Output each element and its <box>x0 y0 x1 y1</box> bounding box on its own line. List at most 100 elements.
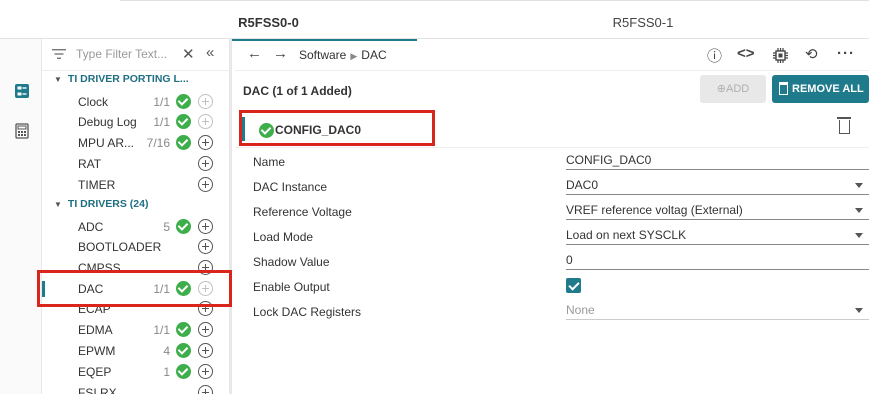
item-label: RAT <box>78 157 102 171</box>
remove-all-button[interactable]: REMOVE ALL <box>772 75 869 103</box>
add-circle-icon <box>198 94 213 109</box>
lock-dac-registers-select[interactable]: None <box>566 303 869 320</box>
module-sidebar: Type Filter Text... ✕ « ▼ TI DRIVER PORTI… <box>42 39 232 394</box>
check-circle-icon <box>176 364 191 379</box>
prop-label-lock-dac-registers: Lock DAC Registers <box>253 305 362 319</box>
item-label: BOOTLOADER <box>78 240 162 254</box>
prop-label-enable-output: Enable Output <box>253 280 330 294</box>
highlight-instance <box>239 110 435 146</box>
item-label: Debug Log <box>78 115 137 129</box>
breadcrumb-bar: ← → Software ▶ DAC ⓘ <> ⟲ ··· <box>235 39 869 71</box>
prop-label-dac-instance: DAC Instance <box>253 180 328 194</box>
history-icon[interactable]: ⟲ <box>805 45 818 63</box>
item-label: FSI RX <box>78 386 117 394</box>
sidebar-item-clock[interactable]: Clock 1/1 <box>42 92 229 112</box>
collapse-sidebar-icon[interactable]: « <box>206 44 214 61</box>
item-label: EQEP <box>78 365 112 379</box>
add-circle-icon[interactable] <box>198 322 213 337</box>
sidebar-item-adc[interactable]: ADC 5 <box>42 217 229 237</box>
check-circle-icon <box>176 114 191 129</box>
add-circle-icon[interactable] <box>198 385 213 394</box>
check-circle-icon <box>176 343 191 358</box>
core-tabs: R5FSS0-0 R5FSS0-1 <box>120 0 869 41</box>
item-count: 5 <box>163 220 170 234</box>
configuration-icon[interactable] <box>14 83 30 99</box>
item-label: Clock <box>78 95 109 109</box>
add-button[interactable]: ⊕ADD <box>700 75 766 103</box>
info-icon[interactable]: ⓘ <box>707 45 722 66</box>
panel-title: DAC (1 of 1 Added) <box>243 84 352 98</box>
add-circle-icon[interactable] <box>198 364 213 379</box>
item-label: EPWM <box>78 344 116 358</box>
item-label: MPU AR... <box>78 136 135 150</box>
dropdown-arrow-icon <box>855 183 863 188</box>
check-circle-icon <box>176 219 191 234</box>
check-circle-icon <box>176 94 191 109</box>
dropdown-arrow-icon <box>855 208 863 213</box>
caret-down-icon: ▼ <box>54 75 62 84</box>
back-arrow-icon[interactable]: ← <box>247 45 262 62</box>
group-ti-driver-porting[interactable]: ▼ TI DRIVER PORTING L... <box>54 73 189 85</box>
sidebar-item-debug-log[interactable]: Debug Log 1/1 <box>42 112 229 132</box>
check-circle-icon <box>176 135 191 150</box>
name-value: CONFIG_DAC0 <box>566 153 652 167</box>
item-label: EDMA <box>78 323 113 337</box>
sidebar-item-rat[interactable]: RAT <box>42 154 229 174</box>
prop-label-name: Name <box>253 155 286 169</box>
breadcrumb-software[interactable]: Software <box>299 48 346 62</box>
main-panel: ← → Software ▶ DAC ⓘ <> ⟲ ··· DAC (1 of 1 … <box>235 39 869 394</box>
delete-icon[interactable] <box>837 117 851 134</box>
add-circle-icon[interactable] <box>198 219 213 234</box>
load-mode-select[interactable]: Load on next SYSCLK <box>566 228 869 245</box>
dropdown-arrow-icon <box>855 308 863 313</box>
sidebar-item-edma[interactable]: EDMA 1/1 <box>42 320 229 340</box>
sidebar-item-mpu[interactable]: MPU AR... 7/16 <box>42 133 229 153</box>
item-count: 1 <box>163 365 170 379</box>
name-field[interactable]: CONFIG_DAC0 <box>566 153 869 170</box>
dac-instance-select[interactable]: DAC0 <box>566 178 869 195</box>
add-circle-icon[interactable] <box>198 135 213 150</box>
reference-voltage-value: VREF reference voltag (External) <box>566 203 743 217</box>
clear-filter-icon[interactable]: ✕ <box>182 45 195 63</box>
chip-icon[interactable] <box>773 48 788 63</box>
enable-output-checkbox[interactable] <box>566 278 581 293</box>
item-label: ADC <box>78 220 104 234</box>
sidebar-item-fsi-rx[interactable]: FSI RX <box>42 383 229 394</box>
filter-input[interactable]: Type Filter Text... <box>76 47 167 61</box>
sidebar-item-eqep[interactable]: EQEP 1 <box>42 362 229 382</box>
prop-label-shadow-value: Shadow Value <box>253 255 330 269</box>
shadow-value-field[interactable]: 0 <box>566 253 869 270</box>
item-count: 1/1 <box>153 323 170 337</box>
breadcrumb: Software ▶ DAC <box>299 48 387 62</box>
tab-r5fss0-1[interactable]: R5FSS0-1 <box>417 1 869 41</box>
trash-icon <box>779 82 788 95</box>
sidebar-item-timer[interactable]: TIMER <box>42 175 229 195</box>
tab-r5fss0-0[interactable]: R5FSS0-0 <box>120 1 417 41</box>
forward-arrow-icon[interactable]: → <box>273 45 288 62</box>
add-circle-icon[interactable] <box>198 239 213 254</box>
add-circle-icon[interactable] <box>198 156 213 171</box>
more-icon[interactable]: ··· <box>837 45 855 62</box>
breadcrumb-dac: DAC <box>361 48 387 62</box>
sidebar-item-bootloader[interactable]: BOOTLOADER <box>42 237 229 257</box>
sidebar-item-epwm[interactable]: EPWM 4 <box>42 341 229 361</box>
reference-voltage-select[interactable]: VREF reference voltag (External) <box>566 203 869 220</box>
item-count: 1/1 <box>153 95 170 109</box>
group-ti-drivers[interactable]: ▼ TI DRIVERS (24) <box>54 198 148 210</box>
add-circle-icon[interactable] <box>198 177 213 192</box>
group-label: TI DRIVERS (24) <box>67 198 149 210</box>
item-count: 1/1 <box>153 115 170 129</box>
item-count: 4 <box>163 344 170 358</box>
code-view-icon[interactable]: <> <box>737 45 755 62</box>
group-label: TI DRIVER PORTING L... <box>67 73 189 85</box>
shadow-value: 0 <box>566 253 573 267</box>
load-mode-value: Load on next SYSCLK <box>566 228 687 242</box>
add-circle-icon[interactable] <box>198 343 213 358</box>
add-circle-icon <box>198 114 213 129</box>
highlight-dac-item <box>37 270 232 307</box>
add-circle-icon: ⊕ <box>716 83 726 95</box>
lock-dac-registers-value: None <box>566 303 595 317</box>
item-count: 7/16 <box>146 136 170 150</box>
calculator-icon[interactable] <box>14 123 30 139</box>
check-circle-icon <box>176 322 191 337</box>
